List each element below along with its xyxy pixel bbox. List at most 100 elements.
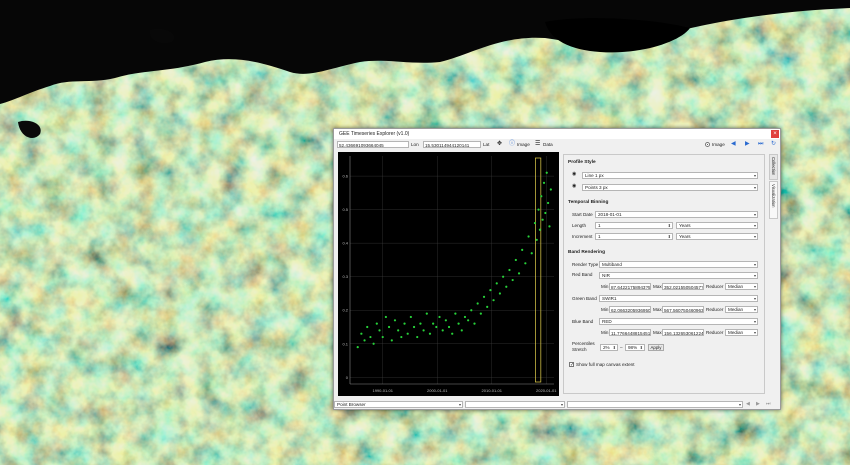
length-unit-combo[interactable]: Years ▾ bbox=[676, 222, 758, 229]
green-max-input[interactable]: 567.5607504609637 bbox=[662, 306, 704, 313]
data-point bbox=[372, 342, 375, 345]
blue-min-input[interactable]: 11.7766448815451B bbox=[609, 329, 651, 336]
show-extent-label: Show full map canvas extent bbox=[576, 362, 635, 367]
show-extent-checkbox[interactable]: ✓ bbox=[569, 362, 574, 368]
point-browser-value: Point Browser bbox=[337, 402, 366, 407]
blue-reducer-combo[interactable]: Median ▾ bbox=[725, 329, 758, 336]
increment-unit-value: Years bbox=[679, 234, 691, 239]
dropdown-arrow-icon: ▾ bbox=[753, 296, 756, 301]
y-tick-label: 0.5 bbox=[342, 207, 348, 212]
data-point bbox=[425, 312, 428, 315]
green-band-combo[interactable]: SWIR1 ▾ bbox=[599, 295, 758, 302]
start-date-input[interactable]: 2018-01-01 ▾ bbox=[595, 211, 758, 218]
point-browser-combo[interactable]: Point Browser ▾ bbox=[334, 401, 463, 408]
dropdown-arrow-icon: ▾ bbox=[753, 173, 756, 178]
tab-collection[interactable]: Collection bbox=[769, 154, 778, 180]
prev-feature-icon[interactable]: ◀ bbox=[746, 401, 750, 408]
data-point bbox=[366, 325, 369, 329]
increment-spinbox[interactable]: 1 ⬍ bbox=[595, 233, 673, 240]
x-tick-label: 2000-01-01 bbox=[427, 388, 448, 393]
render-type-label: Render Type bbox=[572, 262, 599, 267]
refresh-icon[interactable]: ↻ bbox=[771, 141, 776, 148]
lon-input[interactable]: 52.436691093664045 bbox=[337, 141, 409, 148]
data-point bbox=[397, 329, 400, 332]
next-feature-icon[interactable]: ▶ bbox=[756, 401, 760, 408]
blue-min-label: Min bbox=[601, 330, 609, 335]
spin-arrow-icon: ⬍ bbox=[667, 234, 671, 239]
image-radio-label: Image bbox=[712, 142, 725, 147]
bottom-bar: Point Browser ▾ ▾ ▾ ◀ ▶ ⏭ bbox=[334, 400, 780, 409]
last-icon[interactable]: ⏭ bbox=[758, 141, 763, 148]
crosshair-icon[interactable]: ✥ bbox=[497, 141, 502, 148]
table-icon[interactable]: ☰ bbox=[535, 141, 540, 148]
apply-button[interactable]: Apply bbox=[648, 344, 664, 351]
render-type-combo[interactable]: Multiband ▾ bbox=[599, 261, 758, 268]
feature-combo[interactable]: ▾ bbox=[567, 401, 743, 408]
next-icon[interactable]: ▶ bbox=[745, 141, 750, 148]
green-min-label: Min bbox=[601, 307, 609, 312]
pct-low-value: 2% bbox=[603, 345, 610, 350]
close-button[interactable]: × bbox=[771, 130, 779, 138]
tab-visualization[interactable]: Visualization bbox=[769, 181, 778, 219]
info-icon[interactable]: ⓘ bbox=[509, 141, 515, 148]
y-tick-label: 0.6 bbox=[342, 174, 348, 179]
data-point bbox=[538, 228, 542, 231]
toolbar: 52.436691093664045 Lon 15.53011494412014… bbox=[334, 139, 780, 151]
data-point bbox=[457, 322, 460, 325]
red-max-input[interactable]: 352.02155050457?4 bbox=[662, 283, 704, 290]
data-point bbox=[444, 319, 447, 322]
length-value: 1 bbox=[598, 223, 601, 228]
timeseries-plot[interactable]: 0 0.1 0.2 0.3 0.4 0.5 0.6 1990-01-01 2000-01-01 2… bbox=[338, 152, 559, 396]
pct-high-spinbox[interactable]: 98% ⬍ bbox=[625, 344, 645, 351]
line-style-combo[interactable]: Line 1 px ▾ bbox=[582, 172, 758, 179]
data-point bbox=[541, 218, 544, 221]
blue-band-combo[interactable]: RED ▾ bbox=[599, 318, 758, 325]
y-tick-label: 0.4 bbox=[342, 241, 348, 246]
blue-reducer-value: Median bbox=[728, 330, 744, 335]
blue-reducer-label: Reducer bbox=[706, 330, 724, 335]
red-band-label: Red Band bbox=[572, 272, 593, 277]
red-band-value: NIR bbox=[602, 273, 610, 278]
settings-panel: Profile Style ◉ Line 1 px ▾ ◉ Points 3 px… bbox=[563, 154, 765, 394]
data-point bbox=[419, 322, 422, 325]
data-point bbox=[511, 278, 514, 282]
profile-style-heading: Profile Style bbox=[568, 160, 596, 165]
lat-input[interactable]: 15.530114944120141 bbox=[423, 141, 481, 148]
data-point bbox=[535, 238, 538, 241]
red-reducer-label: Reducer bbox=[706, 284, 724, 289]
point-style-combo[interactable]: Points 3 px ▾ bbox=[582, 184, 758, 191]
chart-svg: 0 0.1 0.2 0.3 0.4 0.5 0.6 1990-01-01 2000-01-01 2… bbox=[342, 156, 557, 393]
data-button-label[interactable]: Data bbox=[543, 141, 553, 148]
blue-band-value: RED bbox=[602, 319, 612, 324]
data-point bbox=[498, 292, 502, 295]
image-radio[interactable] bbox=[705, 142, 710, 147]
blue-max-input[interactable]: 156.1326530612246 bbox=[662, 329, 704, 336]
data-point bbox=[533, 221, 537, 225]
green-reducer-label: Reducer bbox=[706, 307, 724, 312]
data-point bbox=[403, 322, 406, 325]
green-max-label: Max bbox=[653, 307, 662, 312]
red-band-combo[interactable]: NIR ▾ bbox=[599, 272, 758, 279]
first-icon[interactable]: ◀ bbox=[731, 141, 736, 148]
green-band-value: SWIR1 bbox=[602, 296, 617, 301]
data-point bbox=[360, 332, 363, 335]
red-max-label: Max bbox=[653, 284, 662, 289]
secondary-combo[interactable]: ▾ bbox=[465, 401, 565, 408]
stretch-label: Stretch bbox=[572, 347, 587, 352]
red-reducer-combo[interactable]: Median ▾ bbox=[725, 283, 758, 290]
data-point bbox=[435, 325, 438, 329]
tab-collection-label: Collection bbox=[771, 157, 776, 176]
green-reducer-combo[interactable]: Median ▾ bbox=[725, 306, 758, 313]
green-min-input[interactable]: 62.06632059369509 bbox=[609, 306, 651, 313]
increment-unit-combo[interactable]: Years ▾ bbox=[676, 233, 758, 240]
timeseries-explorer-window: GEE Timeseries Explorer (v1.0) × 52.4366… bbox=[333, 128, 781, 410]
image-button-label[interactable]: Image bbox=[517, 141, 530, 148]
last-feature-icon[interactable]: ⏭ bbox=[766, 401, 771, 408]
data-point bbox=[495, 282, 498, 285]
length-spinbox[interactable]: 1 ⬍ bbox=[595, 222, 673, 229]
red-min-input[interactable]: 87.64221758943?5 bbox=[609, 283, 651, 290]
dropdown-arrow-icon: ▾ bbox=[753, 284, 756, 289]
data-point bbox=[482, 295, 486, 298]
data-point bbox=[422, 329, 425, 332]
pct-low-spinbox[interactable]: 2% ⬍ bbox=[600, 344, 618, 351]
